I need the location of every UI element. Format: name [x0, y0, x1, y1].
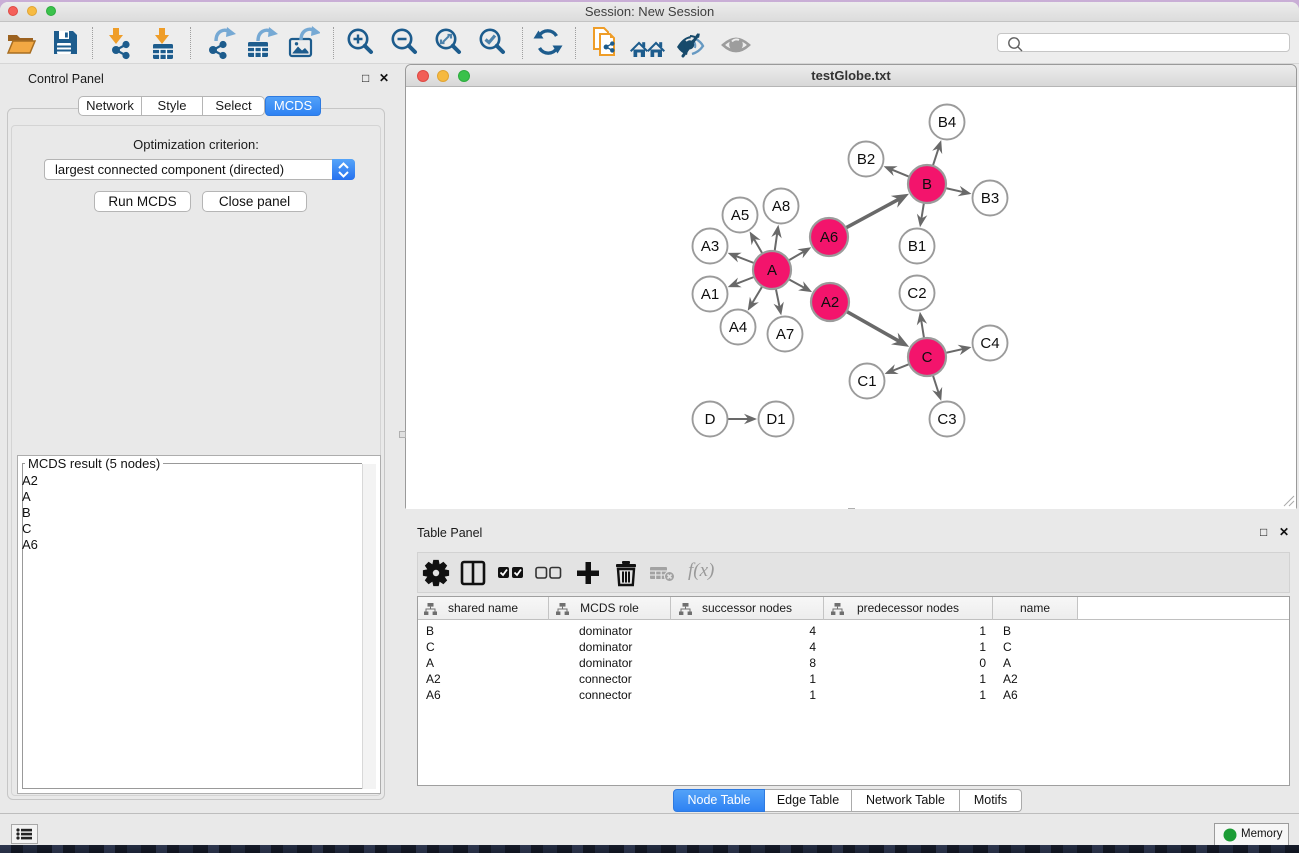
svg-text:B2: B2: [857, 151, 875, 168]
svg-text:A2: A2: [821, 294, 839, 311]
svg-text:C3: C3: [937, 411, 956, 428]
svg-text:C2: C2: [907, 285, 926, 302]
svg-text:B3: B3: [981, 190, 999, 207]
svg-text:C4: C4: [980, 335, 999, 352]
svg-text:A4: A4: [729, 319, 747, 336]
svg-text:B4: B4: [938, 114, 956, 131]
svg-text:A: A: [767, 262, 777, 279]
svg-text:C: C: [922, 349, 933, 366]
svg-text:A1: A1: [701, 286, 719, 303]
svg-text:A6: A6: [820, 229, 838, 246]
svg-text:A3: A3: [701, 238, 719, 255]
svg-text:A7: A7: [776, 326, 794, 343]
svg-text:B: B: [922, 176, 932, 193]
svg-text:C1: C1: [857, 373, 876, 390]
svg-text:A5: A5: [731, 207, 749, 224]
svg-text:B1: B1: [908, 238, 926, 255]
svg-text:A8: A8: [772, 198, 790, 215]
svg-text:D1: D1: [766, 411, 785, 428]
svg-text:D: D: [705, 411, 716, 428]
